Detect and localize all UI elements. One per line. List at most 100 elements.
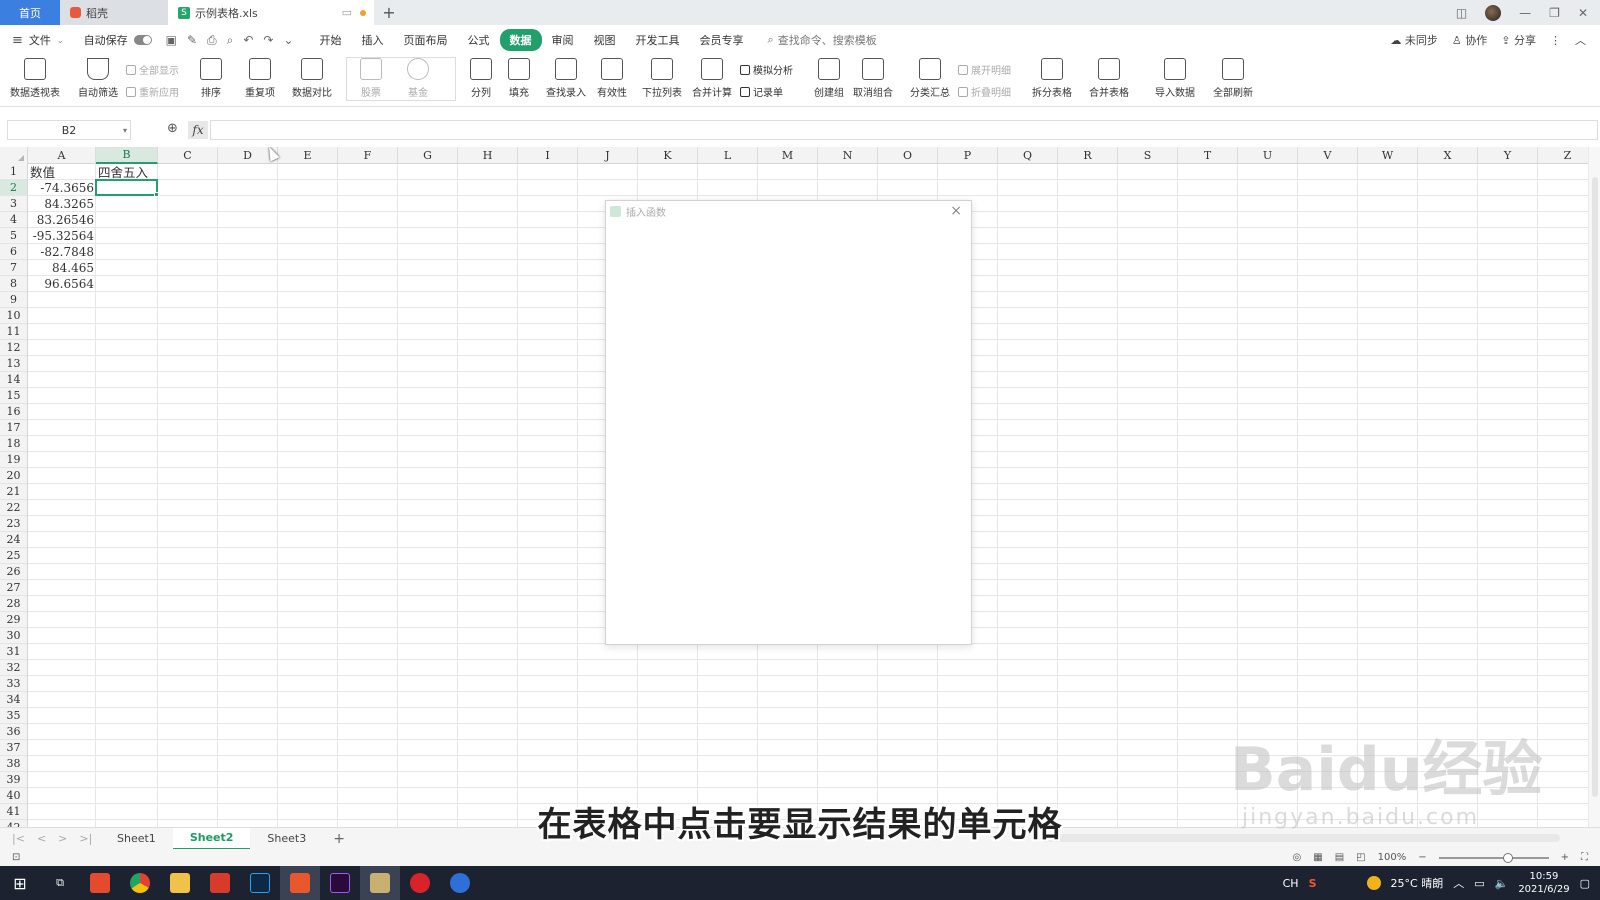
minimize-icon[interactable]: —: [1519, 6, 1531, 20]
column-header-c[interactable]: C: [158, 147, 218, 164]
row-header-22[interactable]: 22: [0, 500, 28, 516]
column-header-s[interactable]: S: [1118, 147, 1178, 164]
tab-docer[interactable]: 稻壳: [60, 0, 168, 25]
row-header-31[interactable]: 31: [0, 644, 28, 660]
cell-a6[interactable]: -82.7848: [28, 244, 96, 259]
row-header-34[interactable]: 34: [0, 692, 28, 708]
taskbar-app-3[interactable]: [440, 866, 480, 900]
collapse-detail-button[interactable]: 折叠明细: [958, 84, 1011, 99]
sogou-icon[interactable]: S: [1309, 877, 1317, 890]
row-header-19[interactable]: 19: [0, 452, 28, 468]
row-header-33[interactable]: 33: [0, 676, 28, 692]
cell-a2[interactable]: -74.3656: [28, 180, 96, 195]
column-header-q[interactable]: Q: [998, 147, 1058, 164]
row-header-27[interactable]: 27: [0, 580, 28, 596]
row-header-12[interactable]: 12: [0, 340, 28, 356]
fill-button[interactable]: 填充: [508, 58, 530, 99]
row-header-9[interactable]: 9: [0, 292, 28, 308]
autosave-toggle[interactable]: [133, 35, 152, 45]
row-header-35[interactable]: 35: [0, 708, 28, 724]
close-icon[interactable]: ✕: [1578, 6, 1588, 20]
network-icon[interactable]: ▭: [1474, 877, 1484, 890]
select-all-corner[interactable]: [0, 147, 28, 164]
cell-b1[interactable]: 四舍五入: [96, 164, 158, 180]
fullscreen-icon[interactable]: ⛶: [1581, 852, 1588, 863]
row-header-32[interactable]: 32: [0, 660, 28, 676]
taskbar-wps-sheet[interactable]: [280, 866, 320, 900]
notifications-icon[interactable]: ▢: [1580, 877, 1590, 890]
tray-expand-icon[interactable]: ︿: [1453, 875, 1464, 891]
tab-start[interactable]: 开始: [310, 29, 352, 51]
column-header-i[interactable]: I: [518, 147, 578, 164]
auto-filter-button[interactable]: 自动筛选: [78, 58, 118, 99]
collaborate-button[interactable]: ♙ 协作: [1452, 32, 1487, 48]
row-header-14[interactable]: 14: [0, 372, 28, 388]
formula-input[interactable]: [210, 120, 1598, 140]
row-header-23[interactable]: 23: [0, 516, 28, 532]
tab-formula[interactable]: 公式: [458, 29, 500, 51]
tab-review[interactable]: 审阅: [542, 29, 584, 51]
validation-button[interactable]: 有效性: [597, 58, 627, 99]
zoom-slider[interactable]: [1438, 852, 1549, 863]
row-header-13[interactable]: 13: [0, 356, 28, 372]
taskbar-explorer[interactable]: [160, 866, 200, 900]
merge-table-button[interactable]: 合并表格: [1089, 58, 1129, 99]
column-header-p[interactable]: P: [938, 147, 998, 164]
tab-member[interactable]: 会员专享: [690, 29, 754, 51]
taskbar-photoshop[interactable]: [240, 866, 280, 900]
restore-icon[interactable]: ❐: [1549, 6, 1560, 20]
clock[interactable]: 10:59 2021/6/29: [1518, 870, 1569, 896]
row-header-25[interactable]: 25: [0, 548, 28, 564]
macro-record-icon[interactable]: ⊡: [0, 852, 20, 863]
avatar[interactable]: [1485, 4, 1502, 21]
row-header-15[interactable]: 15: [0, 388, 28, 404]
expand-detail-button[interactable]: 展开明细: [958, 62, 1011, 77]
subtotal-button[interactable]: 分类汇总: [910, 58, 950, 99]
hamburger-icon[interactable]: ≡: [12, 33, 23, 48]
taskbar-premiere[interactable]: [320, 866, 360, 900]
text-to-columns-button[interactable]: 分列: [470, 58, 492, 99]
zoom-formula-icon[interactable]: ⊕: [167, 121, 178, 136]
row-header-8[interactable]: 8: [0, 276, 28, 292]
column-header-y[interactable]: Y: [1478, 147, 1538, 164]
weather-text[interactable]: 25°C 晴朗: [1391, 875, 1444, 891]
create-group-button[interactable]: 创建组: [814, 58, 844, 99]
eye-protect-icon[interactable]: ◎: [1293, 852, 1302, 863]
row-header-2[interactable]: 2: [0, 180, 28, 196]
format-painter-icon[interactable]: ✎: [187, 33, 197, 48]
split-table-button[interactable]: 拆分表格: [1032, 58, 1072, 99]
more-icon[interactable]: ⋮: [1550, 34, 1561, 47]
taskbar-wps[interactable]: [200, 866, 240, 900]
tab-insert[interactable]: 插入: [352, 29, 394, 51]
row-header-5[interactable]: 5: [0, 228, 28, 244]
cell-a1[interactable]: 数值: [28, 164, 96, 180]
row-header-1[interactable]: 1: [0, 164, 28, 180]
row-header-11[interactable]: 11: [0, 324, 28, 340]
column-header-l[interactable]: L: [698, 147, 758, 164]
share-button[interactable]: ⇪ 分享: [1501, 32, 1536, 48]
column-header-k[interactable]: K: [638, 147, 698, 164]
print-preview-icon[interactable]: ⌕: [227, 33, 234, 48]
undo-icon[interactable]: ↶: [243, 33, 253, 48]
active-cell-border[interactable]: [95, 179, 158, 196]
column-header-u[interactable]: U: [1238, 147, 1298, 164]
new-tab-button[interactable]: +: [374, 0, 404, 25]
row-header-37[interactable]: 37: [0, 740, 28, 756]
lookup-entry-button[interactable]: 查找录入: [546, 58, 586, 99]
column-header-o[interactable]: O: [878, 147, 938, 164]
dropdown-list-button[interactable]: 下拉列表: [642, 58, 682, 99]
row-header-10[interactable]: 10: [0, 308, 28, 324]
tab-home[interactable]: 首页: [0, 0, 60, 25]
row-header-3[interactable]: 3: [0, 196, 28, 212]
import-data-button[interactable]: 导入数据: [1155, 58, 1195, 99]
taskbar-app-2[interactable]: [360, 866, 400, 900]
fund-button[interactable]: 基金: [407, 58, 429, 99]
row-header-7[interactable]: 7: [0, 260, 28, 276]
cell-a3[interactable]: 84.3265: [28, 196, 96, 211]
column-header-x[interactable]: X: [1418, 147, 1478, 164]
refresh-all-button[interactable]: 全部刷新: [1213, 58, 1253, 99]
layout-icon[interactable]: ◫: [1456, 6, 1467, 20]
show-all-button[interactable]: 全部显示: [126, 62, 179, 77]
volume-icon[interactable]: 🔈: [1495, 877, 1509, 890]
tab-developer[interactable]: 开发工具: [626, 29, 690, 51]
